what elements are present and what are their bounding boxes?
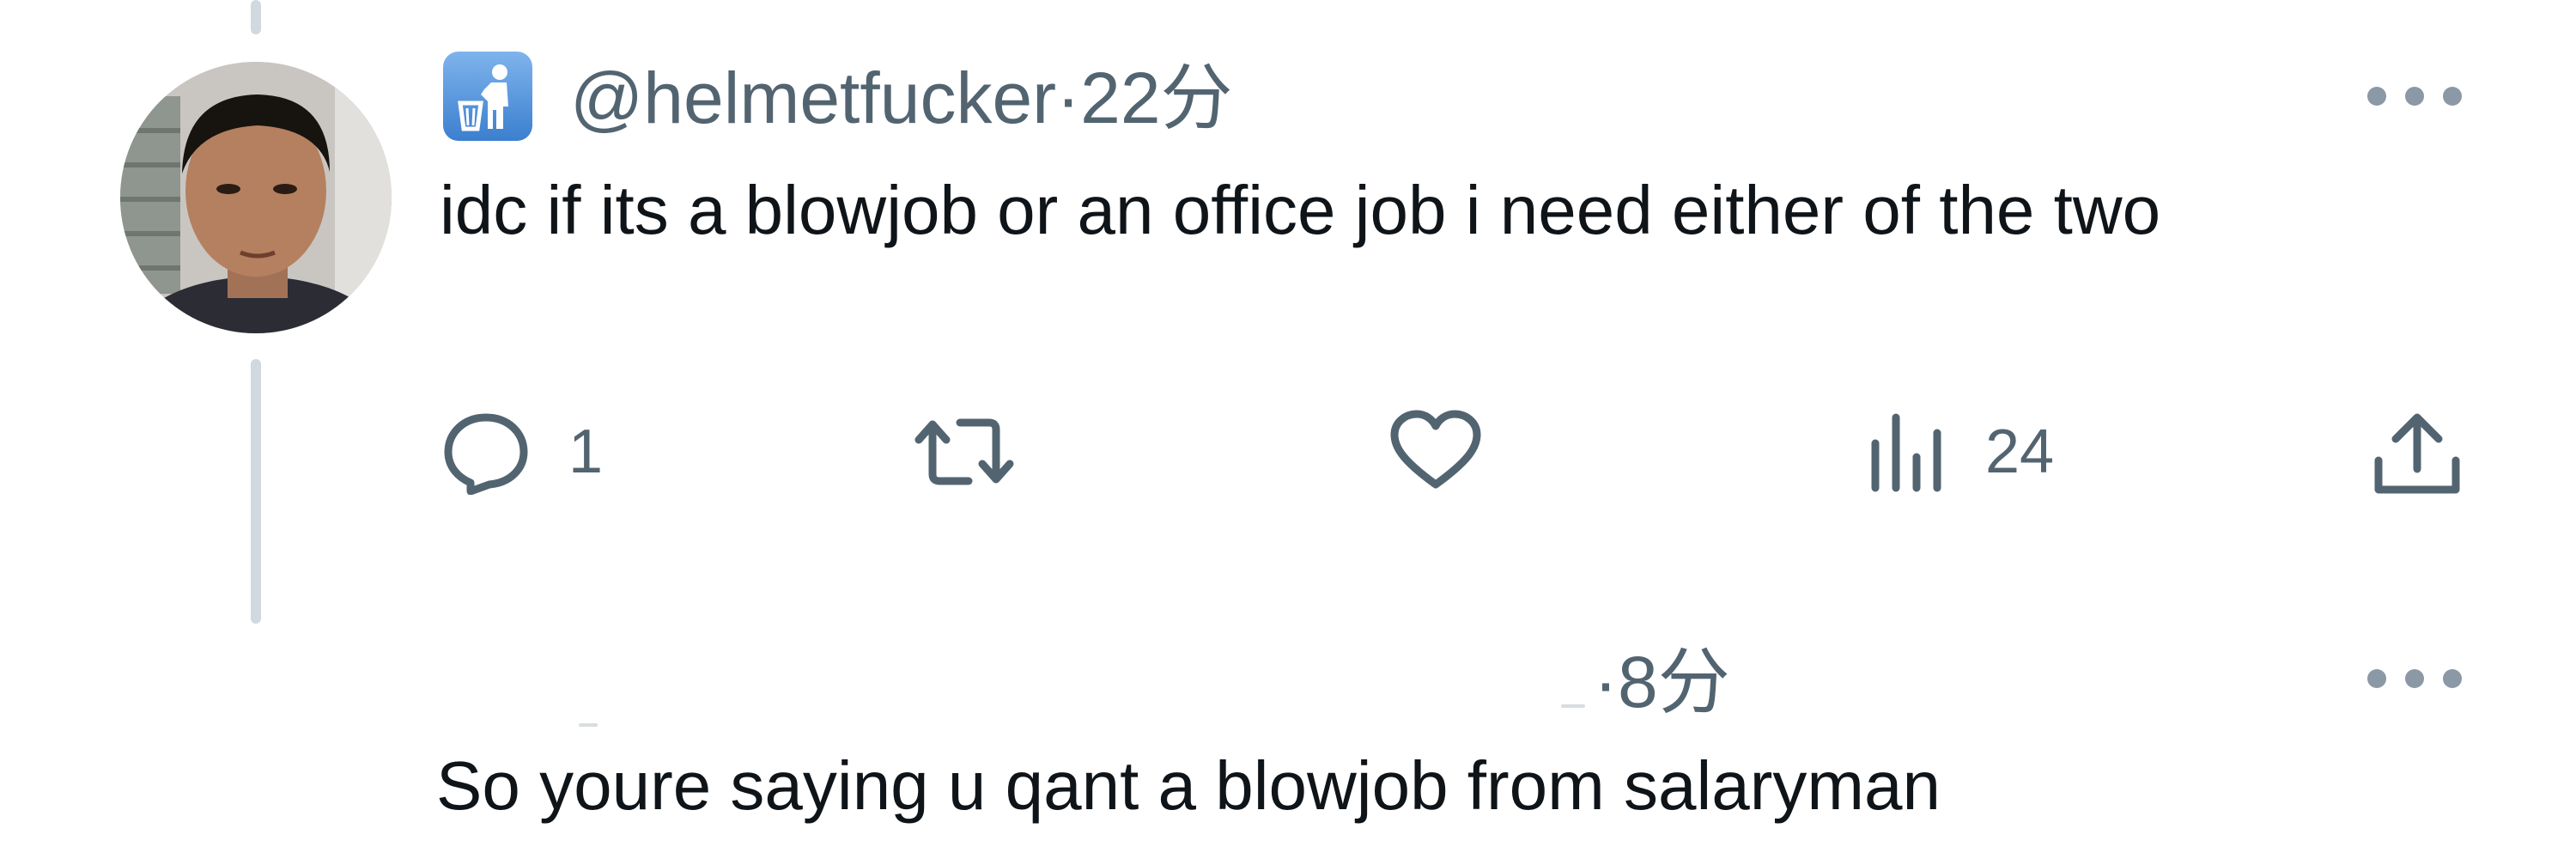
more-options-icon[interactable] <box>2363 79 2466 113</box>
redaction-mark <box>1561 704 1585 708</box>
user-handle[interactable]: @helmetfucker <box>570 58 1056 138</box>
share-icon <box>2374 413 2460 494</box>
views-count: 24 <box>1985 417 2055 486</box>
tweet-header: @helmetfucker·22分 <box>570 55 1233 141</box>
separator-dot: · <box>1594 642 1618 722</box>
redaction-mark <box>579 723 598 727</box>
tweet-text: idc if its a blowjob or an office job i … <box>440 172 2161 248</box>
retweet-button[interactable] <box>908 409 1056 495</box>
reply-timestamp[interactable]: 8分 <box>1618 642 1730 722</box>
avatar-photo <box>120 62 392 333</box>
reply-text: So youre saying u qant a blowjob from sa… <box>436 747 1941 824</box>
views-chart-icon <box>1871 413 1941 492</box>
trash-person-icon <box>441 50 534 143</box>
avatar[interactable] <box>120 62 392 333</box>
reply-button[interactable]: 1 <box>440 409 603 495</box>
timestamp[interactable]: 22分 <box>1080 58 1232 138</box>
share-button[interactable] <box>2370 409 2464 498</box>
like-button[interactable] <box>1388 409 1520 495</box>
reply-count: 1 <box>568 417 604 486</box>
separator-dot: · <box>1056 58 1081 138</box>
thread-line <box>251 359 261 624</box>
thread-line-top <box>251 0 261 34</box>
more-options-icon[interactable] <box>2363 661 2466 696</box>
reply-header: ·8分 <box>1594 639 1730 725</box>
reply-icon <box>444 413 528 495</box>
views-button[interactable]: 24 <box>1863 409 2054 495</box>
heart-icon <box>1390 410 1481 489</box>
retweet-icon <box>914 418 1014 485</box>
